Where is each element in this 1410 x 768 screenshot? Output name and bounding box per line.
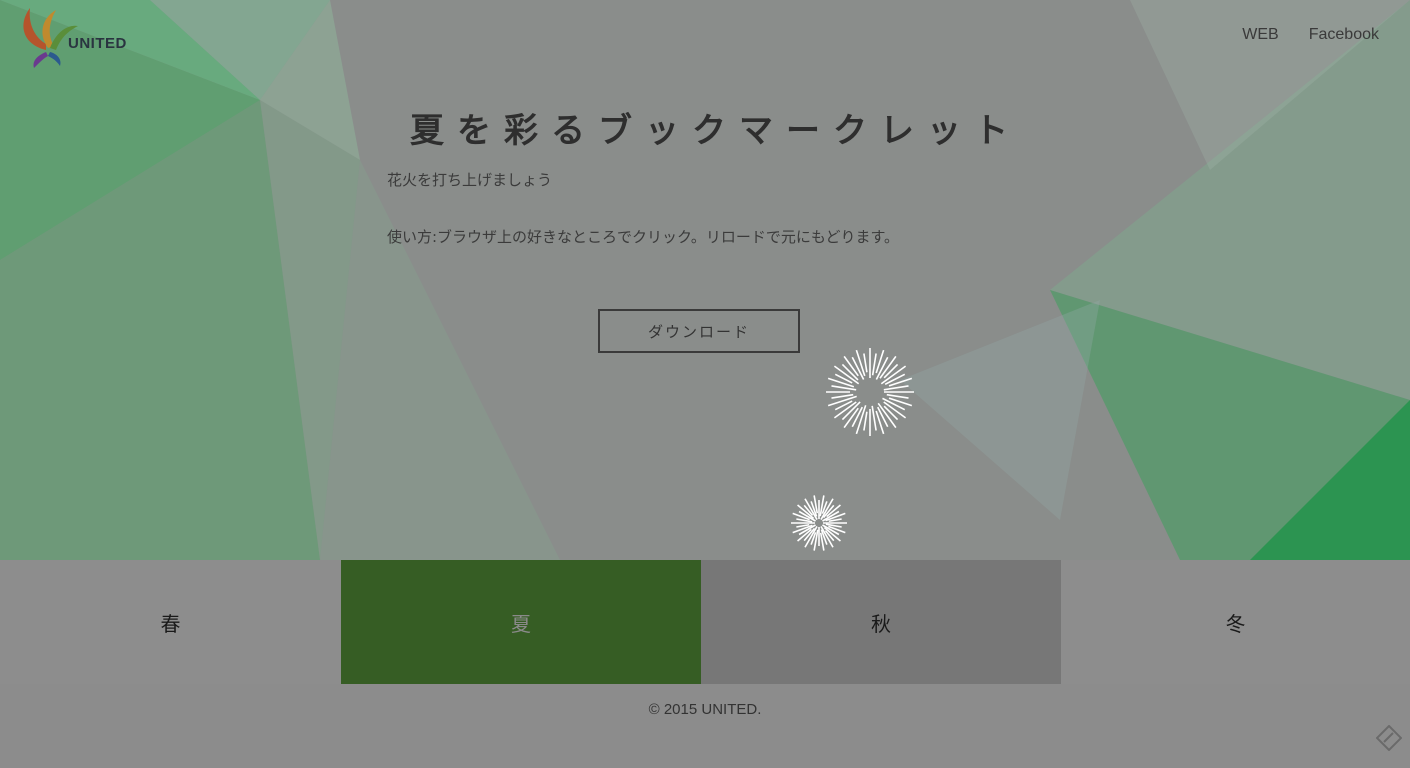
polygon-background [0,0,1410,560]
firework-spark [825,523,842,528]
firework-spark [863,411,868,431]
footer: © 2015 UNITED. [0,684,1410,734]
top-nav: WEB Facebook [1242,26,1379,44]
firework-spark [875,349,885,374]
copyright-text: © 2015 UNITED. [648,700,762,718]
season-tabs: 春 夏 秋 冬 [0,560,1410,684]
firework-spark [871,353,877,376]
firework-spark [886,393,909,399]
firework-spark [883,405,899,421]
page-title: 夏を彩るブックマークレット [410,111,1021,151]
firework-spark [883,363,899,379]
firework-icon [791,495,847,551]
usage-instructions: 使い方:ブラウザ上の好きなところでクリック。リロードで元にもどります。 [387,228,900,246]
logo-text[interactable]: UNITED [68,35,127,52]
firework-spark [863,353,868,373]
firework-spark [883,385,909,391]
firework-spark [796,518,813,523]
download-button[interactable]: ダウンロード [598,309,800,353]
tab-autumn[interactable]: 秋 [701,560,1061,684]
firework-spark [888,377,913,387]
hero-section: UNITED WEB Facebook 夏を彩るブックマークレット 花火を打ち上… [0,0,1410,560]
page-subtitle: 花火を打ち上げましょう [387,171,553,189]
nav-facebook-link[interactable]: Facebook [1309,26,1379,44]
nav-web-link[interactable]: WEB [1242,26,1278,44]
firework-spark [831,393,854,399]
tab-summer[interactable]: 夏 [341,560,701,684]
firework-icon [826,348,914,436]
tab-spring[interactable]: 春 [0,560,341,684]
firework-spark [875,410,885,435]
tab-winter[interactable]: 冬 [1061,560,1410,684]
firework-spark [871,405,877,431]
firework-spark [888,397,913,407]
edit-corner-icon[interactable] [1376,725,1402,751]
